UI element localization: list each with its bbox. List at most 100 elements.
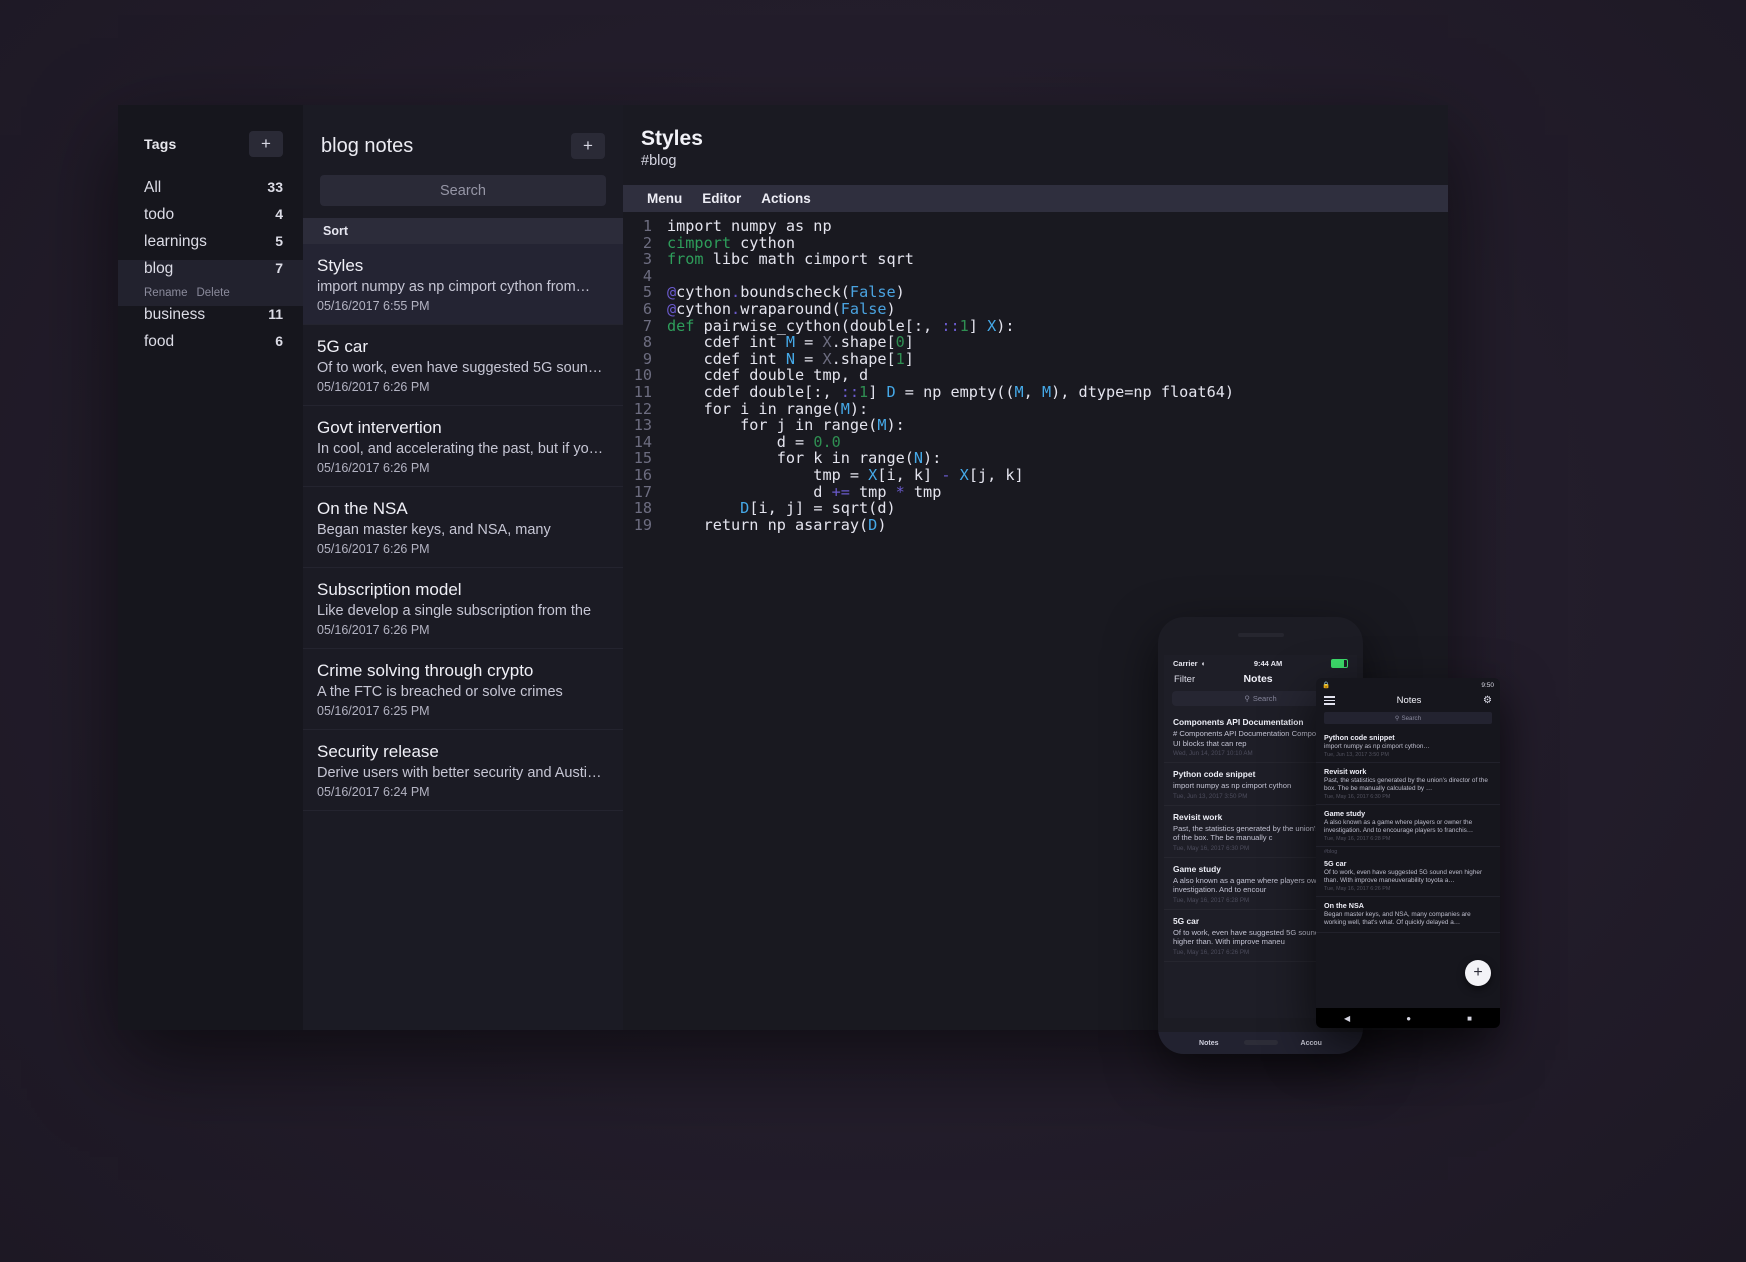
- tag-row[interactable]: blog 7: [118, 260, 303, 287]
- note-list-item[interactable]: 5G car Of to work, even have suggested 5G…: [303, 325, 623, 406]
- iphone-home-button[interactable]: [1243, 1040, 1278, 1045]
- menu-item-editor[interactable]: Editor: [702, 191, 741, 206]
- search-icon: ⚲: [1244, 694, 1250, 703]
- note-list-item[interactable]: Govt intervertion In cool, and accelerati…: [303, 406, 623, 487]
- editor-menu-bar: Menu Editor Actions: [623, 185, 1448, 212]
- menu-item-menu[interactable]: Menu: [647, 191, 682, 206]
- ios-tab-notes[interactable]: Notes: [1199, 1040, 1218, 1047]
- tag-list: All 33 todo 4 learnings 5 blog 7 Rename Delete bus…: [118, 179, 303, 360]
- tag-row[interactable]: All 33: [118, 179, 303, 206]
- tag-item-business[interactable]: business 11: [118, 306, 303, 333]
- code-line-text[interactable]: cdef int N = X.shape[1]: [659, 349, 914, 368]
- add-note-button[interactable]: +: [571, 133, 605, 159]
- code-line: 12 for i in range(M):: [623, 399, 1448, 418]
- android-note-list[interactable]: Python code snippet import numpy as np ci…: [1316, 729, 1500, 933]
- ios-filter-button[interactable]: Filter: [1174, 674, 1195, 685]
- code-token: cdef int: [667, 349, 786, 368]
- code-line: 9 cdef int N = X.shape[1]: [623, 349, 1448, 368]
- tag-item-food[interactable]: food 6: [118, 333, 303, 360]
- home-icon[interactable]: ●: [1406, 1014, 1411, 1023]
- android-note-item[interactable]: Game study A also known as a game where p…: [1316, 805, 1500, 847]
- android-note-item[interactable]: On the NSA Began master keys, and NSA, ma…: [1316, 897, 1500, 933]
- tag-row[interactable]: food 6: [118, 333, 303, 360]
- code-line-text[interactable]: @cython.wraparound(False): [659, 301, 896, 318]
- delete-tag-button[interactable]: Delete: [196, 287, 229, 299]
- code-token: ]: [968, 316, 988, 335]
- line-number: 9: [642, 349, 652, 368]
- android-note-snippet: A also known as a game where players or …: [1324, 819, 1474, 834]
- code-line-text[interactable]: for k in range(N):: [659, 450, 942, 467]
- code-line-text[interactable]: from libc math cimport sqrt: [659, 251, 914, 268]
- notes-scroll-area[interactable]: Styles import numpy as np cimport cython …: [303, 244, 623, 1030]
- code-line: 1 import numpy as np: [623, 218, 1448, 235]
- menu-item-actions[interactable]: Actions: [761, 191, 811, 206]
- tag-row[interactable]: business 11: [118, 306, 303, 333]
- note-list-item[interactable]: Security release Derive users with better…: [303, 730, 623, 811]
- code-line-text[interactable]: cdef double[:, ::1] D = np empty((M, M),…: [659, 384, 1234, 401]
- code-line-text[interactable]: for i in range(M):: [659, 399, 869, 418]
- gear-icon[interactable]: ⚙: [1483, 695, 1492, 706]
- code-token: M: [1014, 382, 1024, 401]
- hamburger-menu-icon[interactable]: [1324, 696, 1335, 705]
- android-note-item[interactable]: 5G car Of to work, even have suggested 5G…: [1316, 855, 1500, 897]
- code-token: X: [822, 333, 832, 352]
- code-line-text[interactable]: cimport cython: [659, 234, 795, 252]
- note-list-item[interactable]: Subscription model Like develop a single …: [303, 568, 623, 649]
- code-line-text[interactable]: D[i, j] = sqrt(d): [659, 500, 895, 517]
- code-line: 5 @cython.boundscheck(False): [623, 284, 1448, 301]
- add-tag-button[interactable]: +: [249, 131, 283, 157]
- note-item-snippet: import numpy as np cimport cython from…: [317, 279, 591, 295]
- android-nav-bar[interactable]: ◀ ● ■: [1316, 1008, 1500, 1028]
- code-token: -: [941, 465, 951, 484]
- line-number: 19: [633, 515, 652, 534]
- note-list-item[interactable]: On the NSA Began master keys, and NSA, ma…: [303, 487, 623, 568]
- code-line-text[interactable]: import numpy as np: [659, 218, 832, 235]
- note-item-title: Crime solving through crypto: [317, 661, 534, 680]
- sort-bar[interactable]: Sort: [303, 218, 623, 244]
- code-line-text[interactable]: def pairwise_cython(double[:, ::1] X):: [659, 316, 1015, 335]
- note-list-item[interactable]: Crime solving through crypto A the FTC is…: [303, 649, 623, 730]
- android-note-item[interactable]: Revisit work Past, the statistics generat…: [1316, 763, 1500, 805]
- note-item-title: Security release: [317, 742, 439, 761]
- android-note-date: Tue, Jun 13, 2017 3:50 PM: [1324, 752, 1389, 758]
- code-line-text[interactable]: cdef int M = X.shape[0]: [659, 334, 914, 351]
- code-line-text[interactable]: [659, 268, 667, 285]
- tag-item-learnings[interactable]: learnings 5: [118, 233, 303, 260]
- code-line-text[interactable]: tmp = X[i, k] - X[j, k]: [659, 465, 1023, 484]
- code-token: ::: [941, 316, 960, 335]
- tag-row[interactable]: learnings 5: [118, 233, 303, 260]
- code-line-text[interactable]: cdef double tmp, d: [659, 366, 869, 385]
- code-token: cdef double tmp, d: [667, 366, 869, 385]
- add-note-fab[interactable]: +: [1465, 960, 1491, 986]
- code-line-text[interactable]: return np asarray(D): [659, 516, 887, 534]
- tag-item-blog[interactable]: blog 7 Rename Delete: [118, 260, 303, 306]
- search-input[interactable]: [320, 175, 606, 206]
- note-item-date: 05/16/2017 6:26 PM: [317, 380, 430, 394]
- code-line: 19 return np asarray(D): [623, 515, 1448, 534]
- rename-tag-button[interactable]: Rename: [144, 287, 187, 299]
- tag-item-all[interactable]: All 33: [118, 179, 303, 206]
- code-token: M: [785, 333, 796, 352]
- code-line-text[interactable]: d = 0.0: [659, 433, 841, 451]
- note-list-item[interactable]: Styles import numpy as np cimport cython …: [303, 244, 623, 325]
- wifi-icon: ◖: [1200, 659, 1206, 668]
- tag-actions: Rename Delete: [118, 287, 303, 306]
- code-line-text[interactable]: @cython.boundscheck(False): [659, 284, 905, 301]
- code-token: for i in range(: [667, 399, 841, 418]
- ios-search-placeholder: Search: [1252, 694, 1277, 703]
- code-token: ]: [868, 382, 887, 401]
- android-note-item[interactable]: Python code snippet import numpy as np ci…: [1316, 729, 1500, 763]
- recents-icon[interactable]: ■: [1467, 1014, 1472, 1023]
- code-token: D: [886, 382, 896, 401]
- code-line-text[interactable]: for j in range(M):: [659, 417, 905, 434]
- code-token: tmp =: [667, 465, 869, 484]
- tag-item-todo[interactable]: todo 4: [118, 206, 303, 233]
- code-token: cdef int: [667, 333, 786, 352]
- tag-label: food: [144, 333, 175, 350]
- code-line-text[interactable]: d += tmp * tmp: [659, 483, 941, 501]
- tag-row[interactable]: todo 4: [118, 206, 303, 233]
- back-icon[interactable]: ◀: [1344, 1014, 1350, 1023]
- ios-tab-accou[interactable]: Accou: [1301, 1040, 1322, 1047]
- screenshot-stage: Tags + All 33 todo 4 learnings 5 blog 7 Rename De…: [0, 0, 1746, 1262]
- android-search-field[interactable]: ⚲ Search: [1324, 712, 1492, 724]
